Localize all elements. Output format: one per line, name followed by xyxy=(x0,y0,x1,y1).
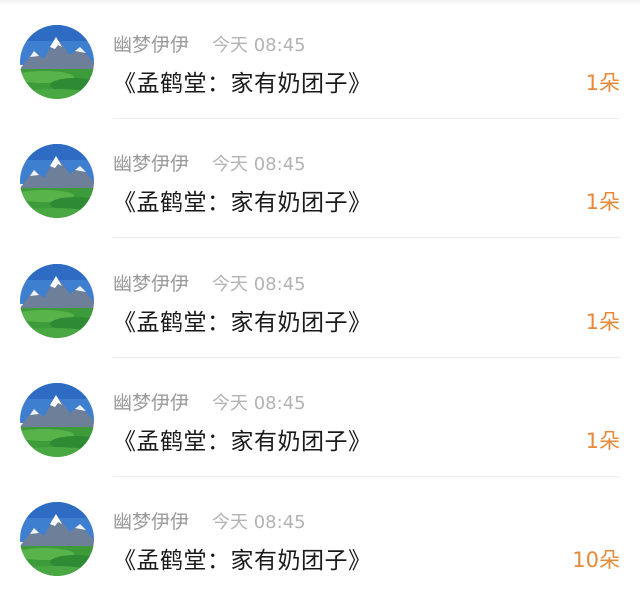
user-name: 幽梦伊伊 xyxy=(113,392,190,414)
flower-count: 1朵 xyxy=(585,190,620,214)
user-avatar[interactable] xyxy=(20,264,94,338)
mountain-landscape-icon xyxy=(20,144,94,218)
mountain-landscape-icon xyxy=(20,502,94,576)
user-name: 幽梦伊伊 xyxy=(113,153,190,175)
list-item[interactable]: 幽梦伊伊 今天 08:45 《孟鹤堂：家有奶团子》 1朵 xyxy=(0,119,640,238)
user-name: 幽梦伊伊 xyxy=(113,273,190,295)
gift-record-list: 幽梦伊伊 今天 08:45 《孟鹤堂：家有奶团子》 1朵 幽梦伊伊 今天 08:… xyxy=(0,0,640,612)
user-name: 幽梦伊伊 xyxy=(113,34,190,56)
divider xyxy=(113,237,620,238)
timestamp: 今天 08:45 xyxy=(212,154,306,175)
list-item[interactable]: 幽梦伊伊 今天 08:45 《孟鹤堂：家有奶团子》 1朵 xyxy=(0,0,640,119)
list-item[interactable]: 幽梦伊伊 今天 08:45 《孟鹤堂：家有奶团子》 10朵 xyxy=(0,477,640,596)
flower-count: 1朵 xyxy=(585,310,620,334)
mountain-landscape-icon xyxy=(20,25,94,99)
flower-count: 1朵 xyxy=(585,429,620,453)
user-avatar[interactable] xyxy=(20,25,94,99)
mountain-landscape-icon xyxy=(20,383,94,457)
timestamp: 今天 08:45 xyxy=(212,35,306,56)
user-avatar[interactable] xyxy=(20,144,94,218)
book-title: 《孟鹤堂：家有奶团子》 xyxy=(113,190,372,216)
book-title: 《孟鹤堂：家有奶团子》 xyxy=(113,429,372,455)
user-name: 幽梦伊伊 xyxy=(113,511,190,533)
book-title: 《孟鹤堂：家有奶团子》 xyxy=(113,71,372,97)
user-avatar[interactable] xyxy=(20,502,94,576)
timestamp: 今天 08:45 xyxy=(212,274,306,295)
timestamp: 今天 08:45 xyxy=(212,393,306,414)
flower-count: 10朵 xyxy=(572,548,620,572)
user-avatar[interactable] xyxy=(20,383,94,457)
timestamp: 今天 08:45 xyxy=(212,512,306,533)
book-title: 《孟鹤堂：家有奶团子》 xyxy=(113,310,372,336)
flower-count: 1朵 xyxy=(585,71,620,95)
book-title: 《孟鹤堂：家有奶团子》 xyxy=(113,548,372,574)
list-item[interactable]: 幽梦伊伊 今天 08:45 《孟鹤堂：家有奶团子》 1朵 xyxy=(0,358,640,477)
list-item[interactable]: 幽梦伊伊 今天 08:45 《孟鹤堂：家有奶团子》 1朵 xyxy=(0,239,640,358)
mountain-landscape-icon xyxy=(20,264,94,338)
